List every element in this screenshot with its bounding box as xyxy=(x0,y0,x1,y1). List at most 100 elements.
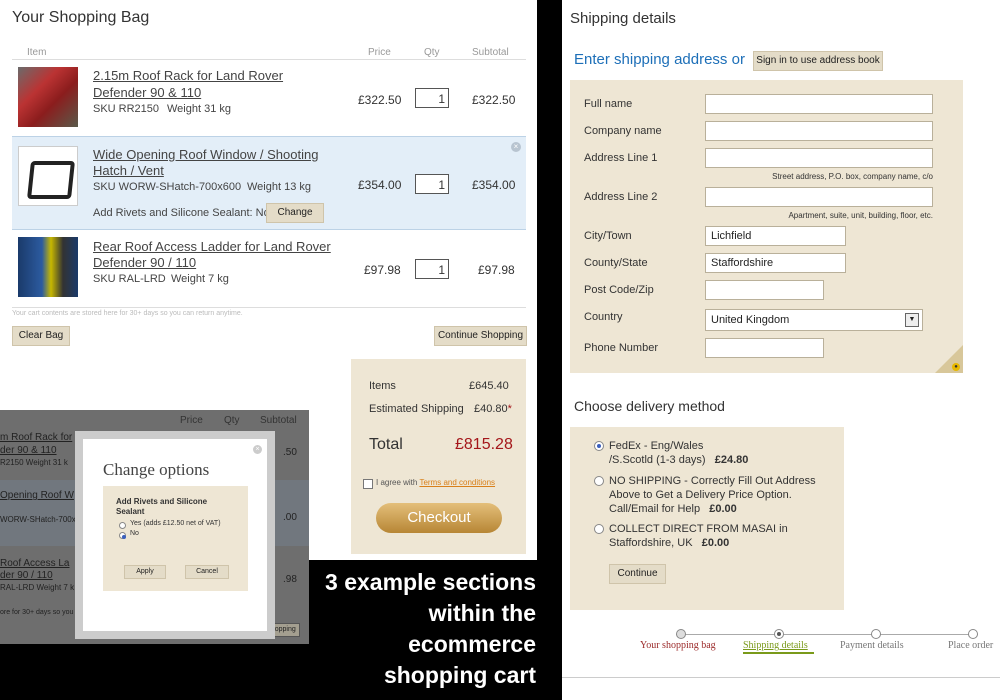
option-price: £24.80 xyxy=(714,454,749,466)
terms-checkbox[interactable] xyxy=(363,479,373,489)
bg-text: m Roof Rack for xyxy=(0,432,73,443)
total-label: Total xyxy=(369,436,403,453)
postcode-label: Post Code/Zip xyxy=(584,284,654,296)
caption-line: within the xyxy=(428,600,536,626)
bg-text: ore for 30+ days so you xyxy=(0,609,74,616)
item-name-line2[interactable]: Defender 90 & 110 xyxy=(93,85,201,101)
bg-text: RAL-LRD Weight 7 k xyxy=(0,583,75,592)
change-option-button[interactable]: Change xyxy=(266,203,324,223)
shipping-title: Shipping details xyxy=(570,10,676,27)
radio-no-shipping[interactable] xyxy=(594,476,604,486)
option-line: NO SHIPPING - Correctly Fill Out Address xyxy=(609,475,816,487)
item-name-line1[interactable]: Rear Roof Access Ladder for Land Rover xyxy=(93,239,331,255)
address-line1-hint: Street address, P.O. box, company name, … xyxy=(772,172,933,181)
option-line-text: Staffordshire, UK xyxy=(609,537,693,549)
option-no-label: No xyxy=(130,530,139,537)
option-line: Above to Get a Delivery Price Option. xyxy=(609,489,792,501)
county-label: County/State xyxy=(584,257,648,269)
items-value: £645.40 xyxy=(469,380,509,392)
shipping-asterisk: * xyxy=(507,403,512,415)
radio-yes[interactable] xyxy=(119,522,126,529)
remove-item-icon[interactable]: × xyxy=(511,142,521,152)
phone-label: Phone Number xyxy=(584,342,658,354)
full-name-input[interactable] xyxy=(705,94,933,114)
checkout-button[interactable]: Checkout xyxy=(376,503,502,533)
divider xyxy=(12,59,526,60)
roof-rack-image[interactable] xyxy=(18,67,78,127)
step-your-shopping-bag[interactable]: Your shopping bag xyxy=(640,640,716,651)
address-line1-input[interactable] xyxy=(705,148,933,168)
country-value: United Kingdom xyxy=(711,314,790,326)
close-icon[interactable]: × xyxy=(253,445,262,454)
sign-in-address-book-button[interactable]: Sign in to use address book xyxy=(753,51,883,71)
agree-prefix: I agree with xyxy=(376,478,418,487)
item-sku: SKU RR2150 xyxy=(93,103,160,115)
bg-col-subtotal: Subtotal xyxy=(260,415,297,426)
address-line2-label: Address Line 2 xyxy=(584,191,658,203)
continue-shopping-button[interactable]: Continue Shopping xyxy=(434,326,527,346)
bg-text: der 90 & 110 xyxy=(0,445,57,456)
radio-collect[interactable] xyxy=(594,524,604,534)
enter-address-heading: Enter shipping address or xyxy=(574,51,745,68)
item-name-line2[interactable]: Defender 90 / 110 xyxy=(93,255,196,271)
company-name-input[interactable] xyxy=(705,121,933,141)
item-name-line1[interactable]: Wide Opening Roof Window / Shooting xyxy=(93,147,318,163)
chevron-down-icon[interactable]: ▼ xyxy=(905,313,919,327)
qty-input[interactable]: 1 xyxy=(415,88,449,108)
bg-text: Roof Access La xyxy=(0,558,70,569)
qty-input[interactable]: 1 xyxy=(415,174,449,194)
items-label: Items xyxy=(369,380,396,392)
option-line: Staffordshire, UK £0.00 xyxy=(609,536,788,550)
shipping-label: Estimated Shipping xyxy=(369,403,464,415)
shipping-details-panel: Shipping details Enter shipping address … xyxy=(562,0,1000,700)
step-payment-details: Payment details xyxy=(840,640,904,651)
cancel-button[interactable]: Cancel xyxy=(185,565,229,579)
option-price: £0.00 xyxy=(701,537,730,549)
phone-input[interactable] xyxy=(705,338,824,358)
apply-button[interactable]: Apply xyxy=(124,565,166,579)
option-yes-label: Yes (adds £12.50 net of VAT) xyxy=(130,520,221,527)
address-line2-input[interactable] xyxy=(705,187,933,207)
clear-bag-button[interactable]: Clear Bag xyxy=(12,326,70,346)
option-price: £0.00 xyxy=(709,503,737,515)
bg-text: WORW-SHatch-700x6 xyxy=(0,515,81,524)
step-dot-payment xyxy=(871,629,881,639)
radio-fedex[interactable] xyxy=(594,441,604,451)
radio-no[interactable] xyxy=(119,532,126,539)
option-line: FedEx - Eng/Wales xyxy=(609,440,704,452)
storage-note: Your cart contents are stored here for 3… xyxy=(12,310,243,317)
county-input[interactable]: Staffordshire xyxy=(705,253,846,273)
roof-ladder-image[interactable] xyxy=(18,237,78,297)
option-line: /S.Scotld (1-3 days) £24.80 xyxy=(609,453,748,467)
caption-line: shopping cart xyxy=(383,662,536,688)
terms-link[interactable]: Terms and conditions xyxy=(419,478,495,487)
col-item: Item xyxy=(27,47,47,58)
item-price: £322.50 xyxy=(358,93,402,107)
postcode-input[interactable] xyxy=(705,280,824,300)
city-label: City/Town xyxy=(584,230,632,242)
col-qty: Qty xyxy=(424,47,440,58)
order-summary-box: Items £645.40 Estimated Shipping £40.80*… xyxy=(351,359,526,554)
bg-text: .50 xyxy=(283,447,297,458)
option-line: Call/Email for Help £0.00 xyxy=(609,502,816,516)
bg-text: .98 xyxy=(283,574,297,585)
lock-icon: ● xyxy=(952,363,960,371)
country-select[interactable]: United Kingdom ▼ xyxy=(705,309,923,331)
col-subtotal: Subtotal xyxy=(472,47,509,58)
option-line-text: /S.Scotld (1-3 days) xyxy=(609,454,706,466)
roof-window-image[interactable] xyxy=(18,146,78,206)
bg-text: R2150 Weight 31 k xyxy=(0,458,68,467)
item-name-line1[interactable]: 2.15m Roof Rack for Land Rover xyxy=(93,68,283,84)
item-name-line2[interactable]: Hatch / Vent xyxy=(93,163,164,179)
delivery-option: FedEx - Eng/Wales /S.Scotld (1-3 days) £… xyxy=(609,439,748,467)
step-dot-bag xyxy=(676,629,686,639)
option-line: COLLECT DIRECT FROM MASAI in xyxy=(609,523,788,535)
city-input[interactable]: Lichfield xyxy=(705,226,846,246)
bg-col-price: Price xyxy=(180,415,203,426)
qty-input[interactable]: 1 xyxy=(415,259,449,279)
caption: 3 example sections within the ecommerce … xyxy=(310,567,536,691)
continue-button[interactable]: Continue xyxy=(609,564,666,584)
caption-line: 3 example sections xyxy=(325,569,536,595)
item-weight: Weight 13 kg xyxy=(247,181,312,193)
company-name-label: Company name xyxy=(584,125,662,137)
